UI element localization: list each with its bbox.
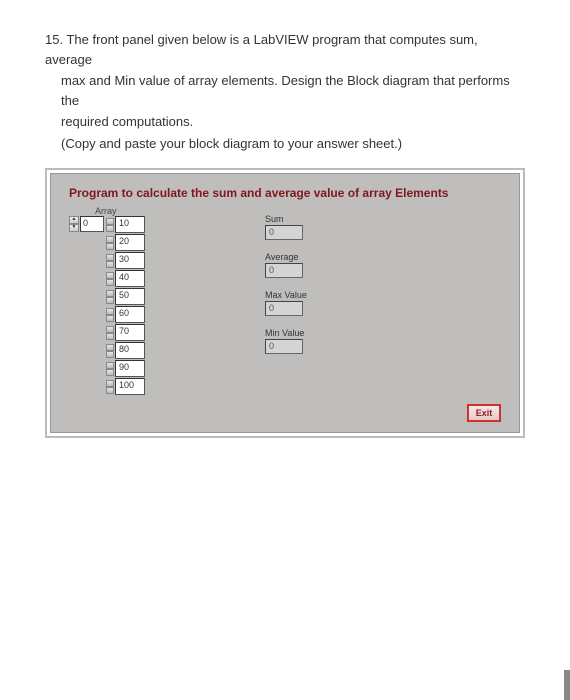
spinner-up-icon[interactable]: ▲ <box>69 216 79 224</box>
array-cell-value[interactable]: 30 <box>115 252 145 269</box>
average-value: 0 <box>265 263 303 278</box>
cell-spinner[interactable] <box>106 326 114 340</box>
cell-spinner[interactable] <box>106 380 114 394</box>
array-cell-value[interactable]: 100 <box>115 378 145 395</box>
max-label: Max Value <box>265 290 307 300</box>
exit-button[interactable]: Exit <box>467 404 501 422</box>
array-cell-value[interactable]: 10 <box>115 216 145 233</box>
sum-value: 0 <box>265 225 303 240</box>
cell-spinner[interactable] <box>106 218 114 232</box>
sum-output: Sum 0 <box>265 214 307 240</box>
index-spinner[interactable]: ▲ ▼ <box>69 216 79 232</box>
array-cells: 10 20 30 40 <box>106 216 145 396</box>
question-text: 15. The front panel given below is a Lab… <box>45 30 525 153</box>
average-output: Average 0 <box>265 252 307 278</box>
cell-spinner[interactable] <box>106 308 114 322</box>
cell-spinner[interactable] <box>106 236 114 250</box>
outputs-column: Sum 0 Average 0 Max Value 0 Min Value 0 <box>265 206 307 396</box>
array-cell: 80 <box>106 342 145 359</box>
array-cell: 40 <box>106 270 145 287</box>
question-line4: (Copy and paste your block diagram to yo… <box>45 134 525 154</box>
array-cell: 30 <box>106 252 145 269</box>
min-label: Min Value <box>265 328 307 338</box>
cell-spinner[interactable] <box>106 344 114 358</box>
max-value: 0 <box>265 301 303 316</box>
min-output: Min Value 0 <box>265 328 307 354</box>
array-cell: 20 <box>106 234 145 251</box>
sum-label: Sum <box>265 214 307 224</box>
array-cell-value[interactable]: 70 <box>115 324 145 341</box>
question-line3: required computations. <box>45 112 525 132</box>
min-value: 0 <box>265 339 303 354</box>
array-cell: 60 <box>106 306 145 323</box>
labview-front-panel: Program to calculate the sum and average… <box>50 173 520 433</box>
question-line2: max and Min value of array elements. Des… <box>45 71 525 110</box>
array-cell-value[interactable]: 60 <box>115 306 145 323</box>
cell-spinner[interactable] <box>106 254 114 268</box>
array-control: Array ▲ ▼ 0 10 <box>69 206 145 396</box>
labview-panel-outer: Program to calculate the sum and average… <box>45 168 525 438</box>
question-number: 15. <box>45 32 63 47</box>
cell-spinner[interactable] <box>106 290 114 304</box>
array-cell: 10 <box>106 216 145 233</box>
array-cell-value[interactable]: 80 <box>115 342 145 359</box>
array-cell-value[interactable]: 90 <box>115 360 145 377</box>
array-cell: 70 <box>106 324 145 341</box>
array-cell-value[interactable]: 40 <box>115 270 145 287</box>
cell-spinner[interactable] <box>106 362 114 376</box>
array-cell-value[interactable]: 20 <box>115 234 145 251</box>
question-line1: The front panel given below is a LabVIEW… <box>45 32 478 67</box>
array-cell-value[interactable]: 50 <box>115 288 145 305</box>
array-cell: 100 <box>106 378 145 395</box>
page-corner-indicator <box>564 670 570 700</box>
array-cell: 90 <box>106 360 145 377</box>
spinner-down-icon[interactable]: ▼ <box>69 224 79 232</box>
max-output: Max Value 0 <box>265 290 307 316</box>
panel-title: Program to calculate the sum and average… <box>69 186 501 200</box>
average-label: Average <box>265 252 307 262</box>
cell-spinner[interactable] <box>106 272 114 286</box>
array-index-field[interactable]: 0 <box>80 216 104 232</box>
array-label: Array <box>95 206 145 216</box>
array-cell: 50 <box>106 288 145 305</box>
